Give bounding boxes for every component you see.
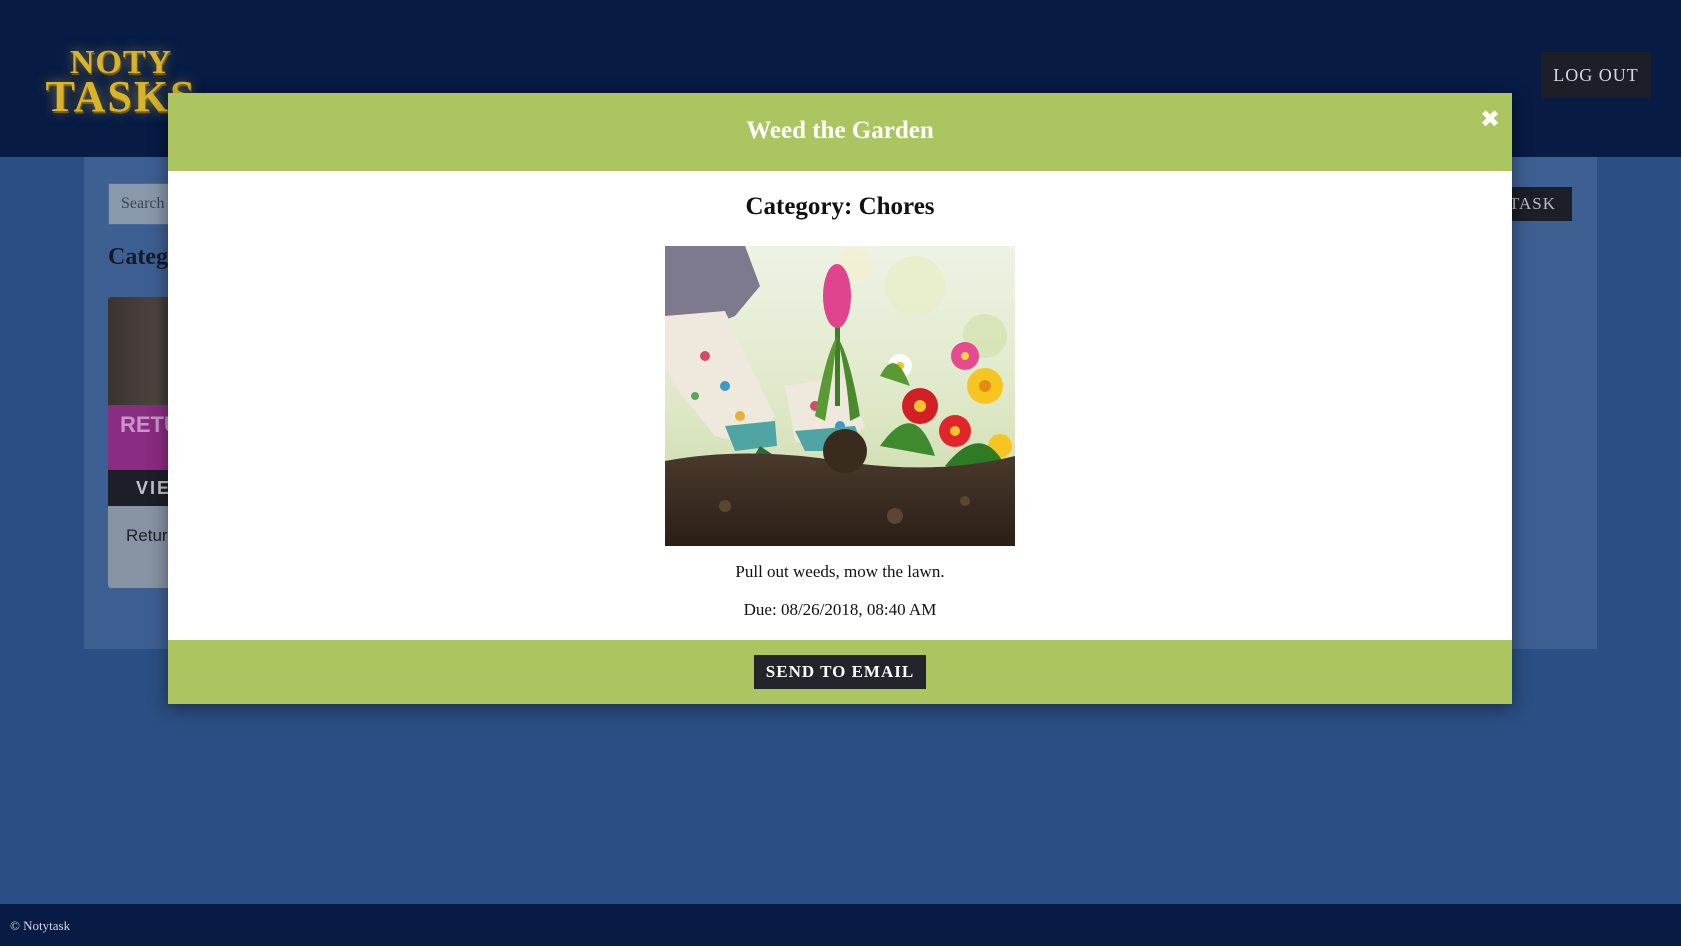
- gardening-photo: [665, 246, 1015, 546]
- task-detail-modal: Weed the Garden ✖ Category: Chores Pull …: [168, 93, 1512, 704]
- modal-footer: SEND TO EMAIL: [168, 640, 1512, 704]
- logout-button[interactable]: LOG OUT: [1541, 52, 1651, 98]
- footer-copyright: © Notytask: [10, 918, 71, 933]
- modal-description: Pull out weeds, mow the lawn.: [735, 562, 945, 581]
- modal-due-date: Due: 08/26/2018, 08:40 AM: [743, 600, 937, 619]
- page-footer: © Notytask: [0, 904, 1681, 946]
- close-icon[interactable]: ✖: [1474, 103, 1506, 135]
- modal-category: Category: Chores: [745, 193, 935, 220]
- modal-header: Weed the Garden ✖: [168, 93, 1512, 171]
- modal-title: Weed the Garden: [746, 117, 934, 144]
- send-to-email-button[interactable]: SEND TO EMAIL: [754, 655, 926, 689]
